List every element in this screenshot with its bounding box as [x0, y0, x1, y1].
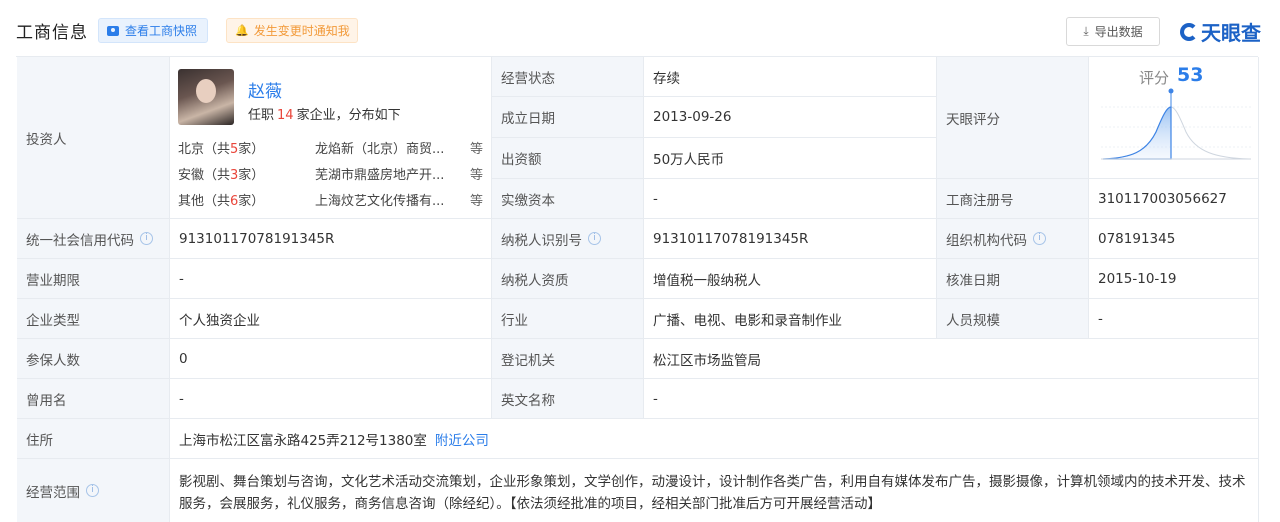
logo-text: 天眼查	[1201, 21, 1261, 45]
region-company-link[interactable]: 龙焰新（北京）商贸...	[315, 138, 465, 157]
region-suffix: 家）	[238, 168, 265, 183]
region-beijing: 北京（共5家）	[178, 138, 264, 157]
download-icon: ⤓	[1083, 24, 1089, 38]
region-more[interactable]: 等	[470, 164, 483, 183]
info-icon[interactable]: i	[86, 484, 99, 497]
approve-date-value: 2015-10-19	[1089, 259, 1259, 299]
paid-capital-label: 实缴资本	[492, 179, 644, 219]
address-value: 上海市松江区富永路425弄212号1380室	[179, 432, 427, 449]
region-other: 其他（共6家）	[178, 190, 264, 209]
org-code-label: 组织机构代码 i	[937, 219, 1089, 259]
taxpayer-id-text: 纳税人识别号	[501, 232, 582, 249]
region-suffix: 家）	[238, 194, 265, 209]
summary-count: 14	[277, 108, 294, 123]
staff-size-label: 人员规模	[937, 299, 1089, 339]
region-name: 其他（共	[178, 194, 231, 209]
score-distribution-curve	[1101, 88, 1251, 160]
company-type-label: 企业类型	[17, 299, 170, 339]
capital-value: 50万人民币	[644, 138, 937, 179]
term-label: 营业期限	[17, 259, 170, 299]
summary-prefix: 任职	[248, 108, 275, 123]
score-label: 天眼评分	[937, 57, 1089, 179]
business-scope-label: 经营范围 i	[17, 459, 170, 522]
taxpayer-id-label: 纳税人识别号 i	[492, 219, 644, 259]
company-type-value: 个人独资企业	[170, 299, 492, 339]
score-area	[1102, 106, 1172, 160]
address-label: 住所	[17, 419, 170, 459]
region-anhui: 安徽（共3家）	[178, 164, 264, 183]
tax-qualification-label: 纳税人资质	[492, 259, 644, 299]
info-icon[interactable]: i	[140, 232, 153, 245]
credit-code-text: 统一社会信用代码	[26, 232, 134, 249]
business-scope-value: 影视剧、舞台策划与咨询，文化艺术活动交流策划，企业形象策划，文学创作，动漫设计，…	[170, 459, 1259, 522]
investor-summary: 任职 14 家企业，分布如下	[248, 104, 401, 123]
export-data-button[interactable]: ⤓ 导出数据	[1066, 17, 1160, 46]
score-widget[interactable]: 评分 53	[1089, 57, 1259, 179]
summary-suffix: 家企业，分布如下	[296, 108, 401, 123]
avatar[interactable]	[178, 69, 234, 125]
former-name-label: 曾用名	[17, 379, 170, 419]
region-more[interactable]: 等	[470, 138, 483, 157]
insured-label: 参保人数	[17, 339, 170, 379]
region-suffix: 家）	[238, 142, 265, 157]
business-scope-text: 经营范围	[26, 484, 80, 501]
capital-label: 出资额	[492, 138, 644, 179]
region-company-link[interactable]: 芜湖市鼎盛房地产开...	[315, 164, 465, 183]
investor-card: 赵薇 任职 14 家企业，分布如下 北京（共5家） 龙焰新（北京）商贸... 等 安…	[170, 57, 492, 219]
view-snapshot-button[interactable]: 查看工商快照	[98, 18, 208, 43]
industry-value: 广播、电视、电影和录音制作业	[644, 299, 937, 339]
found-date-value: 2013-09-26	[644, 97, 937, 138]
score-caption: 评分	[1139, 69, 1170, 87]
investor-name-link[interactable]: 赵薇	[248, 77, 282, 102]
credit-code-label: 统一社会信用代码 i	[17, 219, 170, 259]
found-date-label: 成立日期	[492, 97, 644, 138]
score-value: 53	[1177, 64, 1204, 86]
insured-value: 0	[170, 339, 492, 379]
tax-qualification-value: 增值税一般纳税人	[644, 259, 937, 299]
tianyancha-logo: 天眼查	[1180, 17, 1261, 46]
nearby-companies-link[interactable]: 附近公司	[435, 429, 489, 449]
bell-icon: 🔔	[235, 24, 249, 37]
score-marker-dot	[1168, 88, 1174, 94]
section-header: 工商信息 查看工商快照 🔔 发生变更时通知我 ⤓ 导出数据 天眼查	[0, 0, 1280, 56]
reg-no-value: 310117003056627	[1089, 179, 1259, 219]
paid-capital-value: -	[644, 179, 937, 219]
authority-label: 登记机关	[492, 339, 644, 379]
approve-date-label: 核准日期	[937, 259, 1089, 299]
org-code-text: 组织机构代码	[946, 232, 1027, 249]
staff-size-value: -	[1089, 299, 1259, 339]
change-notify-label: 发生变更时通知我	[253, 24, 350, 38]
org-code-value: 078191345	[1089, 219, 1259, 259]
logo-mark-icon	[1180, 22, 1198, 41]
change-notify-button[interactable]: 🔔 发生变更时通知我	[226, 18, 358, 43]
taxpayer-id-value: 91310117078191345R	[644, 219, 937, 259]
region-name: 安徽（共	[178, 168, 231, 183]
investor-label: 投资人	[17, 57, 170, 219]
former-name-value: -	[170, 379, 492, 419]
info-icon[interactable]: i	[1033, 232, 1046, 245]
business-info-table: 投资人 赵薇 任职 14 家企业，分布如下 北京（共5家） 龙焰新（北京）商贸...…	[16, 56, 1259, 522]
region-more[interactable]: 等	[470, 190, 483, 209]
info-icon[interactable]: i	[588, 232, 601, 245]
status-value: 存续	[644, 57, 937, 97]
section-title: 工商信息	[16, 23, 88, 43]
english-name-label: 英文名称	[492, 379, 644, 419]
status-label: 经营状态	[492, 57, 644, 97]
region-name: 北京（共	[178, 142, 231, 157]
view-snapshot-label: 查看工商快照	[125, 24, 198, 38]
authority-value: 松江区市场监管局	[644, 339, 1259, 379]
camera-icon	[107, 25, 119, 36]
region-company-link[interactable]: 上海炆艺文化传播有...	[315, 190, 465, 209]
industry-label: 行业	[492, 299, 644, 339]
distribution-curve	[1102, 106, 1250, 160]
term-value: -	[170, 259, 492, 299]
credit-code-value: 91310117078191345R	[170, 219, 492, 259]
reg-no-label: 工商注册号	[937, 179, 1089, 219]
export-label: 导出数据	[1094, 25, 1143, 39]
address-cell: 上海市松江区富永路425弄212号1380室 附近公司	[170, 419, 1259, 459]
english-name-value: -	[644, 379, 1259, 419]
